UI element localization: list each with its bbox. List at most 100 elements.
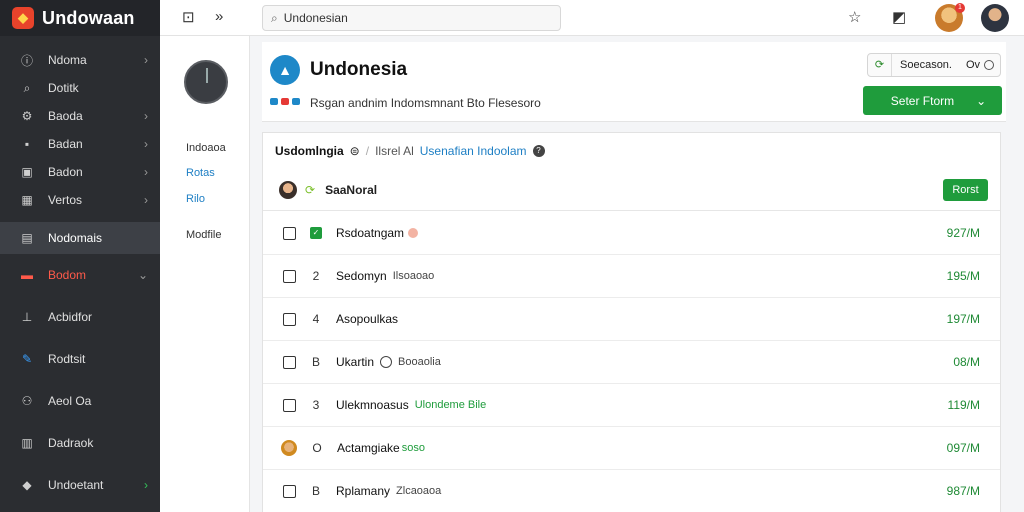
- status-value: Ov: [965, 59, 980, 71]
- panel-toggle-icon[interactable]: ⊡: [182, 8, 195, 26]
- help-icon[interactable]: ?: [532, 145, 545, 157]
- sidebar-item-label: Undoetant: [48, 478, 104, 492]
- row-checkbox[interactable]: [283, 312, 296, 326]
- sidebar-item-nodomais[interactable]: ▤ Nodomais: [0, 222, 160, 254]
- row-sub: Booaolia: [398, 356, 441, 368]
- row-marker-icon: ✓: [310, 227, 322, 239]
- app-name: Undowaan: [42, 7, 135, 28]
- sidebar-item-label: Vertos: [48, 193, 83, 207]
- chevron-down-icon: ⌄: [976, 93, 987, 108]
- table-row[interactable]: 3 Ulekmnoasus Ulondeme Bile 119/M: [263, 384, 1000, 427]
- sync-icon[interactable]: ⟳: [305, 183, 315, 197]
- sidebar-item-rodtsit[interactable]: ✎ Rodtsit: [0, 338, 160, 380]
- table-row[interactable]: O Actamgiake soso 097/M: [263, 427, 1000, 470]
- upload-icon: ⊥: [21, 310, 33, 324]
- list-header: ⟳ SaaNoral Rorst: [263, 169, 1000, 211]
- grid-icon: ▦: [21, 193, 33, 207]
- sidebar-item-label: Baoda: [48, 109, 83, 123]
- row-value: 097/M: [946, 441, 980, 455]
- subpanel-link[interactable]: Rotas: [186, 167, 215, 179]
- primary-action-label: Seter Ftorm: [890, 93, 955, 108]
- row-sub: Ulondeme Bile: [414, 399, 487, 411]
- chevron-right-icon: ›: [144, 478, 148, 492]
- brand[interactable]: ◆ Undowaan: [0, 0, 160, 36]
- chevron-down-icon: ⌄: [137, 268, 148, 282]
- sidebar-item-label: Nodomais: [48, 231, 103, 245]
- search-box[interactable]: ⌕: [262, 5, 561, 31]
- chevron-right-icon: ›: [144, 165, 148, 179]
- sidebar-item-acbidfor[interactable]: ⊥ Acbidfor: [0, 296, 160, 338]
- table-row[interactable]: ✓ Rsdoatngam 927/M: [263, 212, 1000, 255]
- sidebar-item-undoetant[interactable]: ◆ Undoetant ›: [0, 464, 160, 506]
- table-row[interactable]: 2 Sedomyn Ilsoaoao 195/M: [263, 255, 1000, 298]
- sidebar-item-label: Ndoma: [48, 53, 87, 67]
- sidebar-item-dotitk[interactable]: ⌕ Dotitk: [0, 74, 160, 102]
- chevron-right-icon: ›: [144, 137, 148, 151]
- status-selector[interactable]: ⟳ Soecason. Ov: [867, 53, 1001, 77]
- sidebar-item-badan[interactable]: ▪ Badan ›: [0, 130, 160, 158]
- row-avatar: [281, 440, 297, 456]
- breadcrumb-mid[interactable]: Ilsrel Al: [375, 144, 414, 158]
- new-button[interactable]: Rorst: [943, 179, 988, 201]
- sidebar-item-bodom[interactable]: ▬ Bodom ⌄: [0, 254, 160, 296]
- list-title: SaaNoral: [325, 182, 378, 197]
- row-value: 927/M: [946, 226, 980, 240]
- search-input[interactable]: [283, 11, 544, 25]
- chat-icon[interactable]: ◩: [892, 8, 906, 26]
- row-checkbox[interactable]: [283, 355, 296, 369]
- table-icon: ▤: [21, 231, 33, 245]
- notification-badge: 1: [955, 3, 965, 13]
- clock-icon: [184, 60, 228, 104]
- row-checkbox[interactable]: [283, 226, 296, 240]
- refresh-icon: ⟳: [868, 54, 892, 76]
- breadcrumb-link[interactable]: Usenafian Indoolam: [420, 144, 527, 158]
- row-marker: 2: [312, 269, 320, 283]
- sidebar-item-label: Acbidfor: [48, 310, 93, 324]
- sidebar-item-badon[interactable]: ▣ Badon ›: [0, 158, 160, 186]
- row-name: Ukartin: [336, 355, 375, 369]
- sidebar-item-baoda[interactable]: ⚙ Baoda ›: [0, 102, 160, 130]
- top-bar: ⊡ » ⌕ ☆ ◩ 1: [160, 0, 1024, 36]
- subpanel-link[interactable]: Modfile: [186, 229, 221, 241]
- sidebar-item-aeol-oa[interactable]: ⚇ Aeol Oa: [0, 380, 160, 422]
- sidebar-item-label: Bodom: [48, 268, 87, 282]
- row-checkbox[interactable]: [283, 398, 296, 412]
- box-icon: ▣: [21, 165, 33, 179]
- subpanel-link[interactable]: Indoaoa: [186, 142, 226, 154]
- row-name: Asopoulkas: [336, 312, 399, 326]
- expand-icon[interactable]: »: [215, 8, 223, 25]
- table-row[interactable]: B Ukartin Booaolia 08/M: [263, 341, 1000, 384]
- row-name: Ulekmnoasus: [336, 398, 409, 412]
- table-row[interactable]: 4 Asopoulkas 197/M: [263, 298, 1000, 341]
- user-avatar[interactable]: [981, 4, 1009, 32]
- row-marker: 4: [312, 312, 320, 326]
- page-title: Undonesia: [310, 59, 408, 80]
- sidebar-item-label: Rodtsit: [48, 352, 86, 366]
- table-row[interactable]: B Rplamany Zlcaoaoa 987/M: [263, 470, 1000, 512]
- breadcrumb-root[interactable]: Usdomlngia: [275, 144, 344, 158]
- avatar: [279, 180, 297, 199]
- edit-icon: ✎: [21, 352, 33, 366]
- sidebar-item-dadraok[interactable]: ▥ Dadraok: [0, 422, 160, 464]
- org-logo-icon: ▲: [270, 55, 300, 85]
- sub-panel: Indoaoa Rotas Rilo Modfile: [160, 36, 250, 512]
- row-checkbox[interactable]: [283, 484, 296, 498]
- sidebar-item-label: Dotitk: [48, 81, 79, 95]
- chevron-right-icon: ›: [144, 53, 148, 67]
- color-dots: [270, 98, 300, 105]
- star-icon[interactable]: ☆: [848, 8, 861, 26]
- row-marker: B: [311, 484, 320, 498]
- row-checkbox[interactable]: [283, 269, 296, 283]
- search-icon: ⌕: [271, 10, 278, 25]
- sidebar-nav: ⓘ Ndoma › ⌕ Dotitk ⚙ Baoda › ▪ Badan › ▣…: [0, 46, 160, 506]
- primary-action-button[interactable]: Seter Ftorm ⌄: [863, 86, 1002, 115]
- sidebar-item-vertos[interactable]: ▦ Vertos ›: [0, 186, 160, 214]
- lock-icon: [380, 356, 393, 368]
- row-marker: 3: [312, 398, 320, 412]
- subpanel-link[interactable]: Rilo: [186, 193, 205, 205]
- sidebar-item-label: Badan: [48, 137, 83, 151]
- app-logo-icon: ◆: [12, 7, 34, 29]
- row-value: 987/M: [946, 484, 980, 498]
- sidebar-item-ndoma[interactable]: ⓘ Ndoma ›: [0, 46, 160, 74]
- row-sub: Zlcaoaoa: [396, 485, 442, 497]
